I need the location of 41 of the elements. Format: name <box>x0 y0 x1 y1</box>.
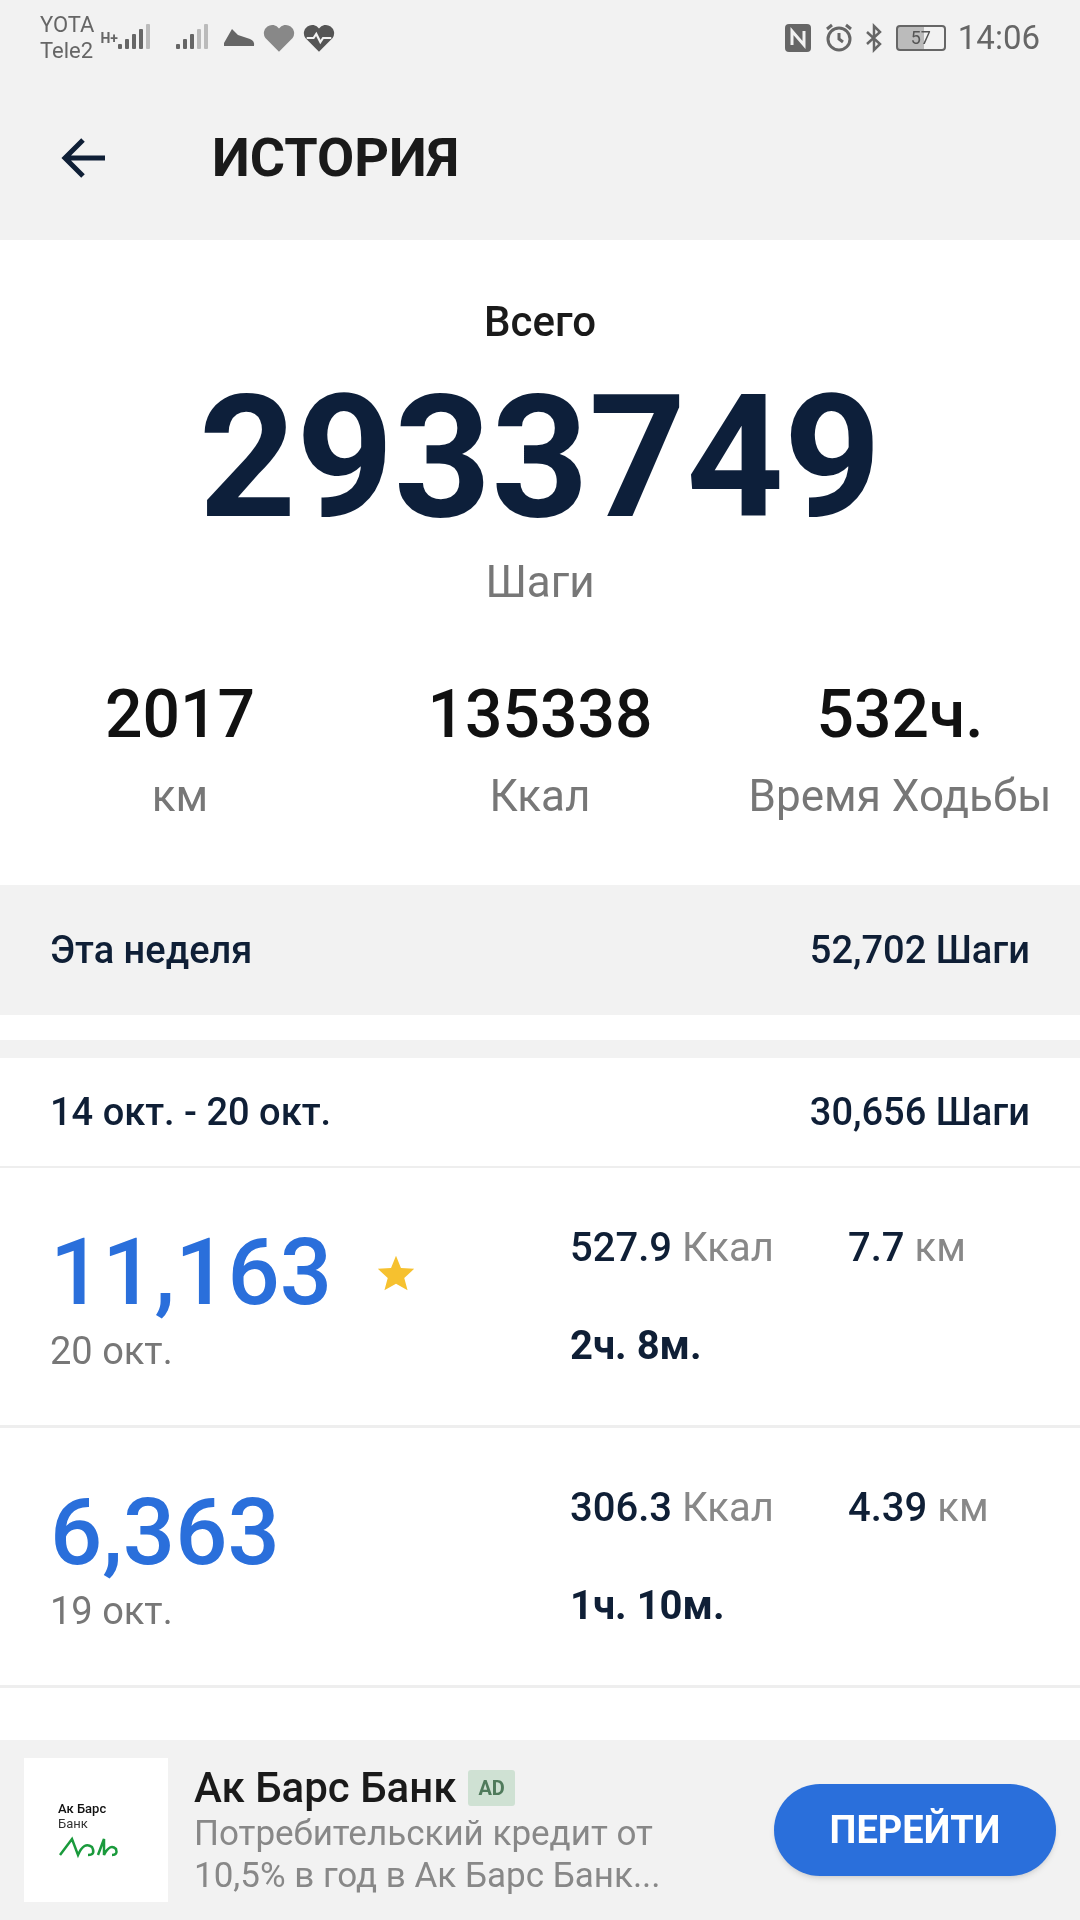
total-unit: Шаги <box>485 555 595 610</box>
day-duration: 2ч. 8м. <box>570 1321 703 1371</box>
day-date: 19 окт. <box>50 1588 174 1635</box>
carrier-name: Tele2 <box>40 37 95 64</box>
day-row[interactable]: 11,163 20 окт. 527.9 Ккал 7.7 км 2ч. 8м. <box>0 1168 1080 1428</box>
this-week-steps: 52,702 Шаги <box>809 921 1030 979</box>
stat-label: км <box>151 769 209 824</box>
day-distance: 7.7 км <box>848 1223 966 1273</box>
day-steps: 11,163 <box>50 1223 333 1323</box>
day-duration: 1ч. 10м. <box>570 1581 726 1631</box>
day-steps: 6,363 <box>50 1483 280 1583</box>
total-label: Всего <box>484 296 596 348</box>
bank-logo: Ак Барс Банк <box>24 1758 168 1902</box>
heart-rate-icon <box>301 22 336 53</box>
stat-value: 135338 <box>427 675 653 755</box>
ad-text: Потребительский кредит от 10,5% в год в Ак Барс Банк... <box>194 1813 662 1897</box>
page-title: ИСТОРИЯ <box>212 125 459 191</box>
this-week-bar[interactable]: Эта неделя 52,702 Шаги <box>0 885 1080 1015</box>
battery-icon: 57 <box>895 24 946 51</box>
day-kcal: 306.3 Ккал <box>570 1483 775 1533</box>
network-type: H+ <box>100 30 118 45</box>
nfc-icon <box>783 22 812 53</box>
total-steps: 2933749 <box>198 363 882 553</box>
stat-label: Ккал <box>489 769 591 824</box>
this-week-label: Эта неделя <box>50 926 253 974</box>
clock-time: 14:06 <box>957 16 1040 59</box>
stat-value: 532ч. <box>816 675 984 755</box>
week-steps: 30,656 Шаги <box>809 1083 1030 1141</box>
day-date: 20 окт. <box>50 1328 174 1375</box>
ad-banner[interactable]: Ак Барс Банк Ак Барс Банк AD Потребительский кредит от 10,5% в год в Ак Барс Банк... ПЕРЕЙТИ <box>0 1740 1080 1920</box>
heart-icon <box>261 22 296 53</box>
day-kcal: 527.9 Ккал <box>570 1223 775 1273</box>
stat-label: Время Ходьбы <box>748 769 1052 824</box>
ad-title: Ак Барс Банк <box>194 1763 457 1813</box>
go-button[interactable]: ПЕРЕЙТИ <box>774 1784 1056 1876</box>
week-range: 14 окт. - 20 окт. <box>50 1088 332 1136</box>
day-distance: 4.39 км <box>848 1483 989 1533</box>
ad-badge: AD <box>468 1770 515 1806</box>
stat-value: 2017 <box>104 675 255 755</box>
alarm-icon <box>823 22 854 53</box>
carrier-name: YOTA <box>40 11 95 38</box>
